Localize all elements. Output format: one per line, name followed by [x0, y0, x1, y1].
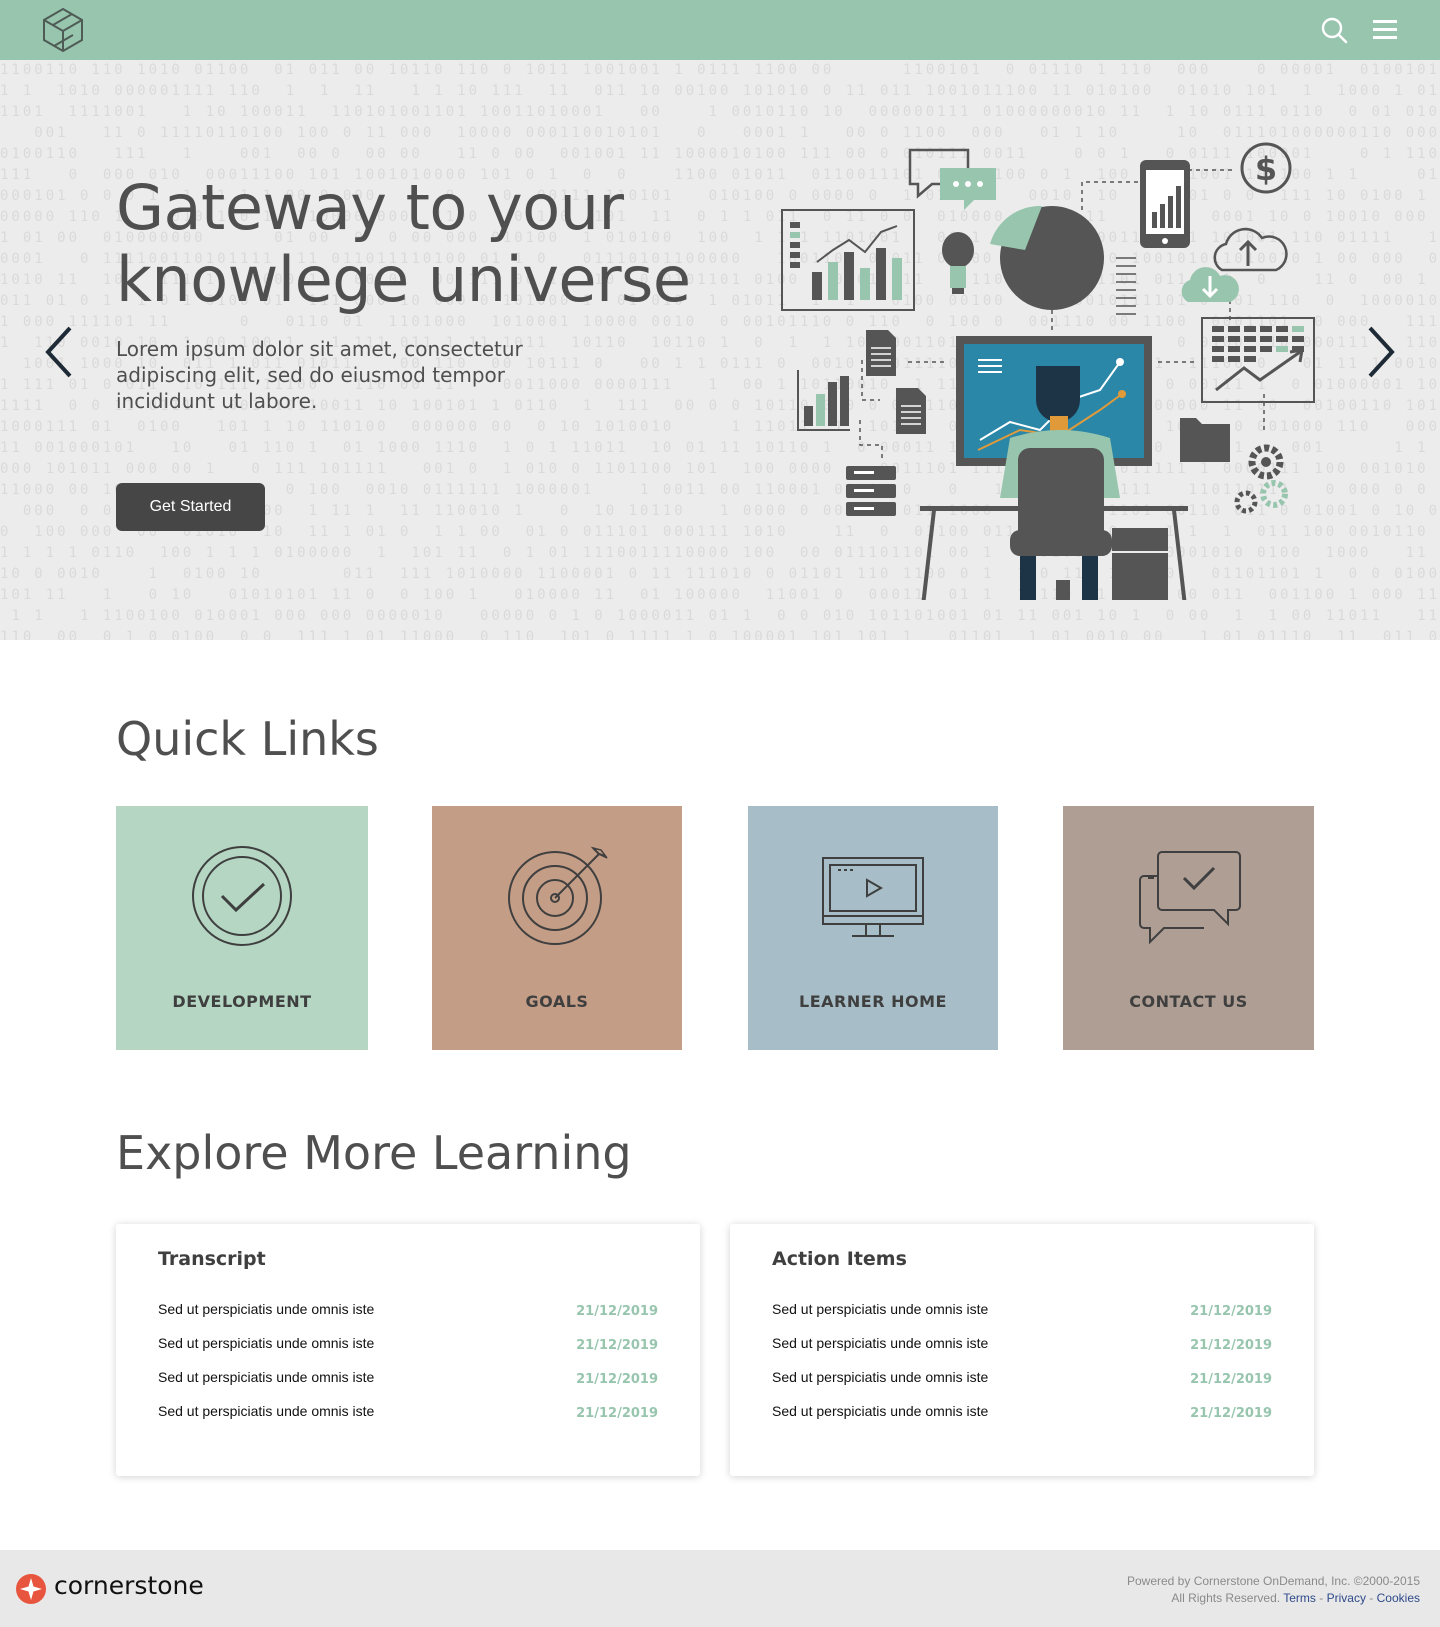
- cloud-upload-icon: [1213, 227, 1288, 272]
- hero-banner: 1100110 110 1010 01100 01 011 00 10110 1…: [0, 60, 1440, 640]
- list-item[interactable]: Sed ut perspiciatis unde omnis iste 21/1…: [158, 1335, 658, 1359]
- quick-link-label: DEVELOPMENT: [172, 992, 312, 1011]
- card-title[interactable]: Transcript: [158, 1248, 266, 1270]
- cloud-download-icon: [1181, 267, 1239, 302]
- folder-icon: [1180, 418, 1230, 462]
- list-item-text[interactable]: Sed ut perspiciatis unde omnis iste: [772, 1301, 988, 1317]
- server-stack-icon: [846, 466, 896, 516]
- list-item[interactable]: Sed ut perspiciatis unde omnis iste 21/1…: [158, 1403, 658, 1427]
- list-item[interactable]: Sed ut perspiciatis unde omnis iste 21/1…: [158, 1301, 658, 1325]
- rights-text: All Rights Reserved.: [1171, 1591, 1281, 1605]
- smartphone-icon: [1140, 160, 1190, 248]
- link-separator: -: [1369, 1591, 1374, 1605]
- monitor-play-icon: [822, 857, 924, 937]
- analytics-illustration: $: [781, 142, 1315, 600]
- trend-chart-frame-icon: [1201, 317, 1315, 403]
- list-item[interactable]: Sed ut perspiciatis unde omnis iste 21/1…: [772, 1301, 1272, 1325]
- link-separator: -: [1319, 1591, 1324, 1605]
- quick-link-label: LEARNER HOME: [799, 992, 947, 1011]
- footer: cornerstone Powered by Cornerstone OnDem…: [0, 1550, 1440, 1627]
- target-icon: [508, 846, 608, 945]
- quick-link-learner-home[interactable]: LEARNER HOME: [748, 806, 998, 1050]
- list-item-date: 21/12/2019: [1190, 1304, 1272, 1319]
- hero-title-line-2: knowlege universe: [116, 243, 691, 316]
- list-item-text[interactable]: Sed ut perspiciatis unde omnis iste: [158, 1335, 374, 1351]
- list-item-date: 21/12/2019: [576, 1406, 658, 1421]
- list-item[interactable]: Sed ut perspiciatis unde omnis iste 21/1…: [772, 1403, 1272, 1427]
- small-bar-chart-icon: [797, 370, 850, 431]
- quick-link-goals[interactable]: GOALS: [432, 806, 682, 1050]
- document-icon: [866, 330, 896, 376]
- list-item[interactable]: Sed ut perspiciatis unde omnis iste 21/1…: [772, 1369, 1272, 1393]
- hamburger-menu-icon[interactable]: [1371, 16, 1399, 44]
- footer-legal: Powered by Cornerstone OnDemand, Inc. ©2…: [1127, 1573, 1420, 1607]
- svg-text:$: $: [1255, 150, 1277, 188]
- quick-link-label: CONTACT US: [1129, 992, 1248, 1011]
- quick-link-label: GOALS: [525, 992, 589, 1011]
- quick-link-development[interactable]: DEVELOPMENT: [116, 806, 368, 1050]
- chat-bubbles-icon: [1138, 851, 1241, 945]
- footer-links-line: All Rights Reserved. Terms - Privacy - C…: [1127, 1590, 1420, 1607]
- bar-chart-frame-icon: [781, 209, 915, 311]
- card-title[interactable]: Action Items: [772, 1248, 907, 1270]
- chevron-left-icon[interactable]: [40, 322, 80, 382]
- hero-subtitle: Lorem ipsum dolor sit amet, consectetur …: [116, 337, 523, 413]
- check-circle-icon: [192, 846, 292, 946]
- search-icon[interactable]: [1320, 16, 1348, 44]
- list-item[interactable]: Sed ut perspiciatis unde omnis iste 21/1…: [772, 1335, 1272, 1359]
- light-bulb-icon: [942, 232, 974, 294]
- gears-icon: [1234, 444, 1288, 514]
- chat-bubble-icon: [908, 148, 996, 210]
- list-item-date: 21/12/2019: [1190, 1406, 1272, 1421]
- document-lines-icon: [1116, 257, 1136, 315]
- action-items-card: Action Items Sed ut perspiciatis unde om…: [730, 1224, 1314, 1476]
- list-item-date: 21/12/2019: [576, 1372, 658, 1387]
- list-item-text[interactable]: Sed ut perspiciatis unde omnis iste: [158, 1369, 374, 1385]
- powered-by-text: Powered by Cornerstone OnDemand, Inc. ©2…: [1126, 1574, 1420, 1588]
- cookies-link[interactable]: Cookies: [1377, 1591, 1420, 1605]
- quick-link-contact-us[interactable]: CONTACT US: [1063, 806, 1314, 1050]
- get-started-button[interactable]: Get Started: [116, 483, 265, 531]
- list-item-date: 21/12/2019: [576, 1338, 658, 1353]
- pie-chart-icon: [990, 205, 1104, 310]
- document-icon: [896, 388, 926, 434]
- list-item-text[interactable]: Sed ut perspiciatis unde omnis iste: [772, 1335, 988, 1351]
- cornerstone-logo-icon[interactable]: [16, 1574, 46, 1604]
- chevron-right-icon[interactable]: [1360, 322, 1400, 382]
- hero-title-line-1: Gateway to your: [116, 171, 624, 244]
- explore-more-learning-title: Explore More Learning: [116, 1126, 632, 1180]
- top-bar: [0, 0, 1440, 60]
- privacy-link[interactable]: Privacy: [1327, 1591, 1366, 1605]
- list-item[interactable]: Sed ut perspiciatis unde omnis iste 21/1…: [158, 1369, 658, 1393]
- list-item-date: 21/12/2019: [1190, 1338, 1272, 1353]
- list-item-text[interactable]: Sed ut perspiciatis unde omnis iste: [158, 1301, 374, 1317]
- hero-title: Gateway to your knowlege universe: [116, 172, 736, 316]
- list-item-text[interactable]: Sed ut perspiciatis unde omnis iste: [772, 1403, 988, 1419]
- quick-links-title: Quick Links: [116, 712, 379, 766]
- dollar-coin-icon: $: [1240, 142, 1292, 194]
- list-item-text[interactable]: Sed ut perspiciatis unde omnis iste: [158, 1403, 374, 1419]
- transcript-card: Transcript Sed ut perspiciatis unde omni…: [116, 1224, 700, 1476]
- terms-link[interactable]: Terms: [1283, 1591, 1316, 1605]
- footer-brand-name[interactable]: cornerstone: [54, 1571, 204, 1600]
- list-item-date: 21/12/2019: [576, 1304, 658, 1319]
- list-item-date: 21/12/2019: [1190, 1372, 1272, 1387]
- list-item-text[interactable]: Sed ut perspiciatis unde omnis iste: [772, 1369, 988, 1385]
- cube-logo-icon[interactable]: [40, 6, 86, 54]
